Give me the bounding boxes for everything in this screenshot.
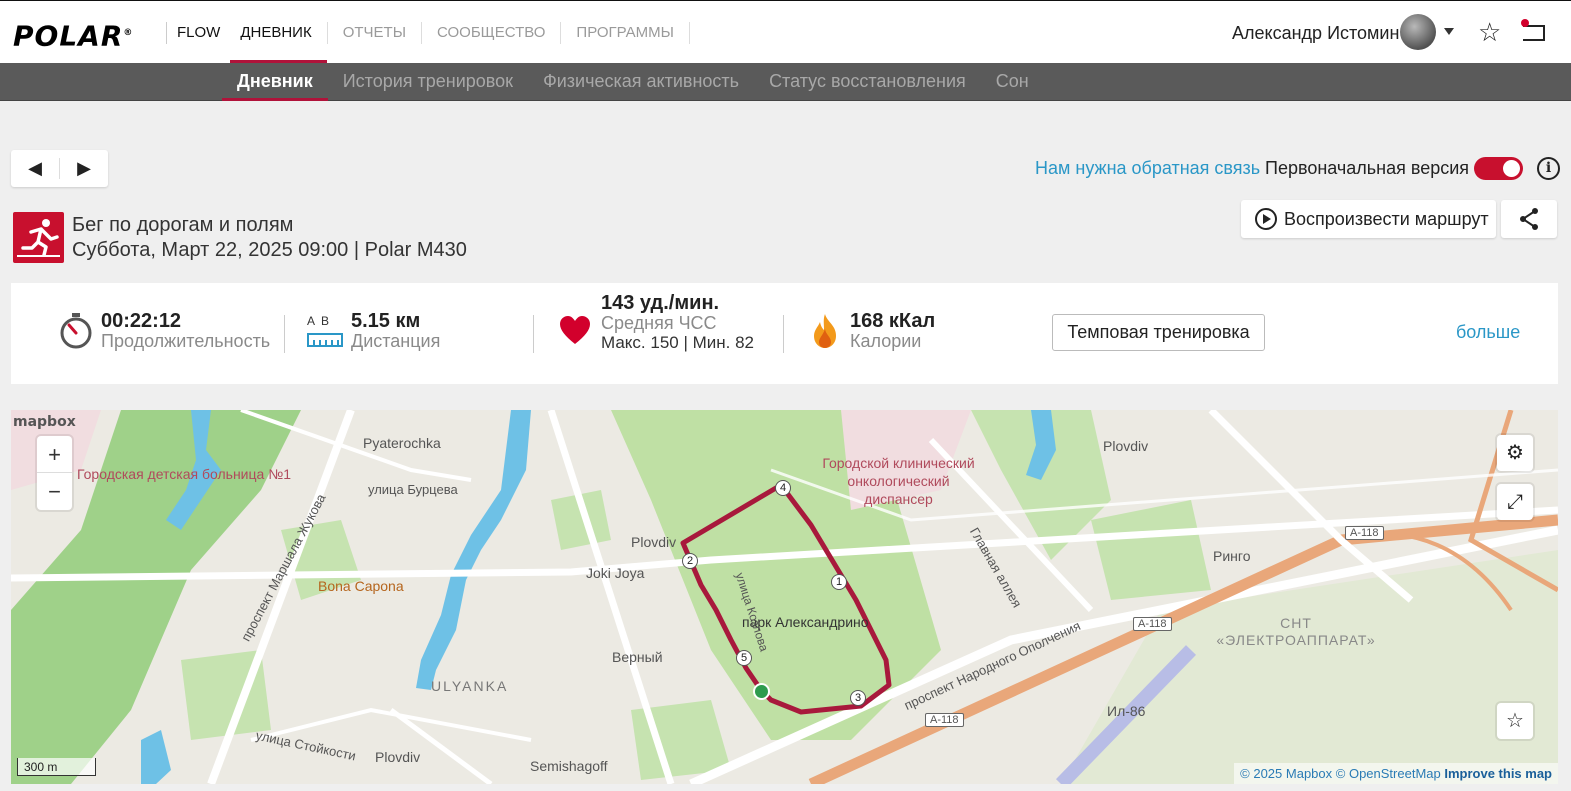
map-label: Pyaterochka (363, 435, 441, 451)
map-label: Ил-86 (1107, 703, 1146, 719)
summary-panel: 00:22:12 Продолжительность A B 5.15 км Д… (11, 283, 1558, 384)
sub-nav-training-history[interactable]: История тренировок (328, 63, 528, 101)
map-label: Городская детская больница №1 (77, 466, 291, 482)
flame-icon (814, 314, 836, 348)
prev-session-button[interactable]: ◀ (11, 150, 59, 187)
start-marker-icon (753, 683, 770, 700)
map-label: Plovdiv (375, 749, 421, 765)
map-label: Ринго (1213, 548, 1251, 564)
improve-map-link[interactable]: Improve this map (1444, 766, 1552, 781)
distance-label: Дистанция (351, 331, 441, 351)
info-icon[interactable]: i (1537, 157, 1560, 180)
tempo-training-button[interactable]: Темповая тренировка (1052, 314, 1265, 351)
session-title: Бег по дорогам и полям (72, 214, 294, 236)
top-nav-reports[interactable]: ОТЧЕТЫ (326, 22, 421, 44)
sub-nav-diary[interactable]: Дневник (222, 63, 328, 101)
next-session-button[interactable]: ▶ (60, 150, 108, 187)
divider (533, 315, 534, 353)
map-label: Bona Capona (318, 578, 404, 594)
top-nav-diary[interactable]: ДНЕВНИК (230, 22, 328, 63)
version-toggle[interactable] (1474, 157, 1523, 180)
zoom-out-button[interactable]: − (37, 473, 72, 510)
stopwatch-icon (60, 313, 92, 349)
running-icon (13, 212, 64, 263)
heart-icon (560, 316, 590, 344)
route-marker: 4 (775, 480, 791, 496)
user-name[interactable]: Александр Истомин (1232, 23, 1399, 44)
mapbox-logo[interactable]: mapbox (13, 414, 76, 430)
gear-icon[interactable]: ⚙ (1497, 435, 1533, 471)
sub-nav-recovery[interactable]: Статус восстановления (754, 63, 981, 101)
divider (783, 315, 784, 353)
duration-value: 00:22:12 (101, 310, 182, 332)
calories-label: Калории (850, 331, 922, 351)
top-nav-community[interactable]: СООБЩЕСТВО (420, 22, 560, 44)
top-nav-programs[interactable]: ПРОГРАММЫ (560, 22, 690, 44)
share-icon (1520, 208, 1538, 230)
sub-nav-activity[interactable]: Физическая активность (528, 63, 754, 101)
heart-rate-value: 143 уд./мин. (601, 292, 720, 314)
route-marker: 2 (682, 553, 698, 569)
route-marker: 5 (736, 650, 752, 666)
heart-rate-minmax: Макс. 150 | Мин. 82 (601, 333, 755, 352)
divider (284, 315, 285, 353)
distance-value: 5.15 км (351, 310, 421, 332)
session-subtitle: Суббота, Март 22, 2025 09:00 | Polar M43… (72, 239, 467, 261)
heart-rate-label: Средняя ЧСС (601, 313, 717, 333)
map-label: Plovdiv (631, 534, 677, 550)
notification-icon[interactable] (1521, 19, 1547, 43)
road-shield: А-118 (925, 713, 964, 727)
session-pager: ◀ ▶ (11, 150, 108, 187)
play-icon (1255, 208, 1277, 230)
star-icon[interactable]: ☆ (1497, 703, 1533, 739)
zoom-in-button[interactable]: + (37, 436, 72, 473)
route-marker: 1 (831, 574, 847, 590)
polar-logo[interactable]: POLAR® (13, 19, 133, 50)
map-label: Plovdiv (1103, 438, 1149, 454)
version-label: Первоначальная версия (1265, 158, 1470, 178)
map-label: Joki Joya (586, 565, 645, 581)
map-label: Городской клинический онкологический дис… (822, 455, 975, 507)
sub-nav-sleep[interactable]: Сон (981, 63, 1044, 101)
zoom-control: + − (37, 436, 72, 510)
sub-nav-bar: Дневник История тренировок Физическая ак… (0, 63, 1571, 101)
mapbox-attribution-link[interactable]: © 2025 Mapbox (1240, 766, 1332, 781)
more-link[interactable]: больше (1456, 322, 1520, 343)
feedback-link[interactable]: Нам нужна обратная связь (1035, 158, 1260, 179)
road-shield: А-118 (1345, 526, 1384, 540)
route-map[interactable]: 1 2 3 4 5 Городская детская больница №1 … (11, 410, 1558, 784)
chevron-down-icon[interactable] (1444, 28, 1454, 35)
replay-route-label: Воспроизвести маршрут (1284, 208, 1489, 229)
duration-label: Продолжительность (101, 331, 271, 351)
ruler-icon (307, 333, 343, 347)
flow-label[interactable]: FLOW (166, 22, 230, 44)
replay-route-button[interactable]: Воспроизвести маршрут (1241, 200, 1496, 238)
map-attribution: © 2025 Mapbox © OpenStreetMap Improve th… (1234, 763, 1558, 784)
calories-value: 168 кКал (850, 310, 936, 332)
map-scale: 300 m (17, 758, 96, 776)
map-label: Верный (612, 649, 663, 665)
osm-attribution-link[interactable]: © OpenStreetMap (1336, 766, 1441, 781)
road-shield: А-118 (1133, 617, 1172, 631)
map-label: улица Бурцева (368, 482, 458, 497)
distance-ab-label: A B (307, 314, 330, 328)
top-bar: POLAR® FLOW ДНЕВНИК ОТЧЕТЫ СООБЩЕСТВО ПР… (0, 0, 1571, 63)
route-marker: 3 (850, 690, 866, 706)
top-nav: FLOW ДНЕВНИК ОТЧЕТЫ СООБЩЕСТВО ПРОГРАММЫ (166, 21, 690, 63)
share-button[interactable] (1501, 200, 1557, 238)
avatar[interactable] (1400, 14, 1436, 50)
star-icon[interactable]: ☆ (1478, 17, 1501, 47)
map-label: ULYANKA (431, 678, 509, 694)
fullscreen-icon[interactable]: ⤢ (1497, 484, 1533, 520)
map-label: СНТ «ЭЛЕКТРОАППАРАТ» (1216, 615, 1376, 648)
map-label: Semishagoff (530, 758, 608, 774)
